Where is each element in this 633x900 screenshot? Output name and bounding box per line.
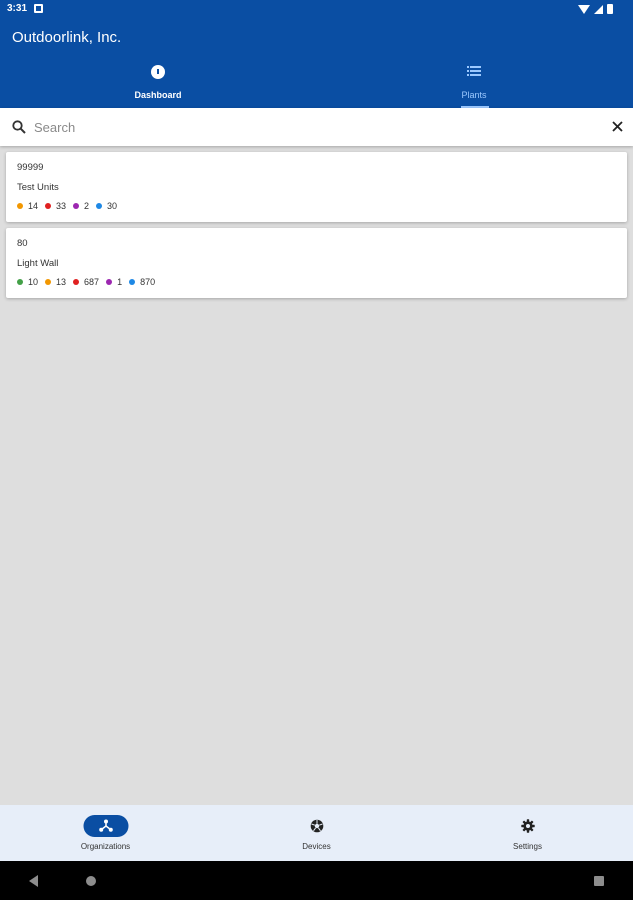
stat-value: 33: [56, 201, 67, 211]
status-dot-icon: [17, 203, 23, 209]
plant-name: Test Units: [17, 182, 59, 193]
home-icon[interactable]: [86, 876, 96, 886]
tab-plants-label: Plants: [461, 90, 487, 100]
back-icon[interactable]: [29, 875, 38, 887]
plant-list: 99999 Test Units 14 33 2 30 80 Light Wal…: [6, 152, 627, 304]
nav-devices[interactable]: Devices: [211, 805, 422, 861]
plant-card[interactable]: 99999 Test Units 14 33 2 30: [6, 152, 627, 222]
status-dot-icon: [129, 279, 136, 285]
status-dot-icon: [73, 279, 80, 285]
stat-item: 10: [17, 277, 38, 287]
stat-value: 13: [56, 277, 67, 287]
nav-organizations[interactable]: Organizations: [0, 805, 211, 861]
devices-icon: [310, 819, 323, 833]
dashboard-icon: [151, 65, 165, 79]
stat-value: 30: [107, 201, 118, 211]
stat-item: 1: [106, 277, 122, 287]
stat-item: 870: [129, 277, 155, 287]
status-icons: [578, 4, 613, 14]
search-bar: [0, 108, 633, 146]
stat-item: 33: [45, 201, 66, 211]
status-dot-icon: [73, 203, 80, 209]
recent-apps-icon[interactable]: [594, 876, 604, 886]
close-icon[interactable]: [612, 121, 623, 132]
app-bar: Outdoorlink, Inc. Dashboard Plants: [0, 20, 633, 108]
plant-stats: 10 13 687 1 870: [17, 277, 162, 287]
bottom-nav: Organizations Devices Settings: [0, 805, 633, 861]
system-nav-bar: [0, 861, 633, 900]
stat-value: 2: [84, 201, 90, 211]
status-dot-icon: [106, 279, 113, 285]
plant-card[interactable]: 80 Light Wall 10 13 687 1 870: [6, 228, 627, 298]
nav-devices-label: Devices: [302, 842, 331, 851]
status-dot-icon: [45, 279, 52, 285]
stat-item: 13: [45, 277, 66, 287]
tab-plants[interactable]: Plants: [316, 64, 632, 108]
organizations-icon: [98, 819, 113, 832]
nav-settings[interactable]: Settings: [422, 805, 633, 861]
tab-dashboard-label: Dashboard: [134, 90, 182, 100]
gear-icon: [520, 819, 535, 833]
status-dot-icon: [17, 279, 23, 285]
stat-value: 687: [84, 277, 100, 287]
plant-name: Light Wall: [17, 258, 59, 269]
stat-item: 2: [73, 201, 89, 211]
notification-icon: [34, 4, 43, 13]
status-dot-icon: [96, 203, 103, 209]
nav-organizations-label: Organizations: [80, 842, 131, 851]
stat-value: 14: [28, 201, 39, 211]
app-title: Outdoorlink, Inc.: [12, 29, 122, 46]
search-icon: [12, 120, 26, 134]
tab-dashboard[interactable]: Dashboard: [0, 64, 316, 108]
wifi-icon: [578, 4, 590, 14]
nav-settings-label: Settings: [513, 842, 542, 851]
plant-stats: 14 33 2 30: [17, 201, 124, 211]
stat-item: 687: [73, 277, 99, 287]
stat-item: 14: [17, 201, 38, 211]
stat-item: 30: [96, 201, 117, 211]
search-input[interactable]: [34, 117, 594, 137]
stat-value: 1: [117, 277, 123, 287]
status-bar: 3:31: [0, 0, 633, 20]
list-icon: [467, 66, 481, 76]
plant-id: 80: [17, 238, 28, 249]
plant-id: 99999: [17, 162, 44, 173]
battery-icon: [607, 4, 613, 14]
signal-icon: [594, 4, 603, 14]
status-time: 3:31: [7, 3, 28, 14]
stat-value: 10: [28, 277, 39, 287]
stat-value: 870: [140, 277, 156, 287]
status-dot-icon: [45, 203, 52, 209]
